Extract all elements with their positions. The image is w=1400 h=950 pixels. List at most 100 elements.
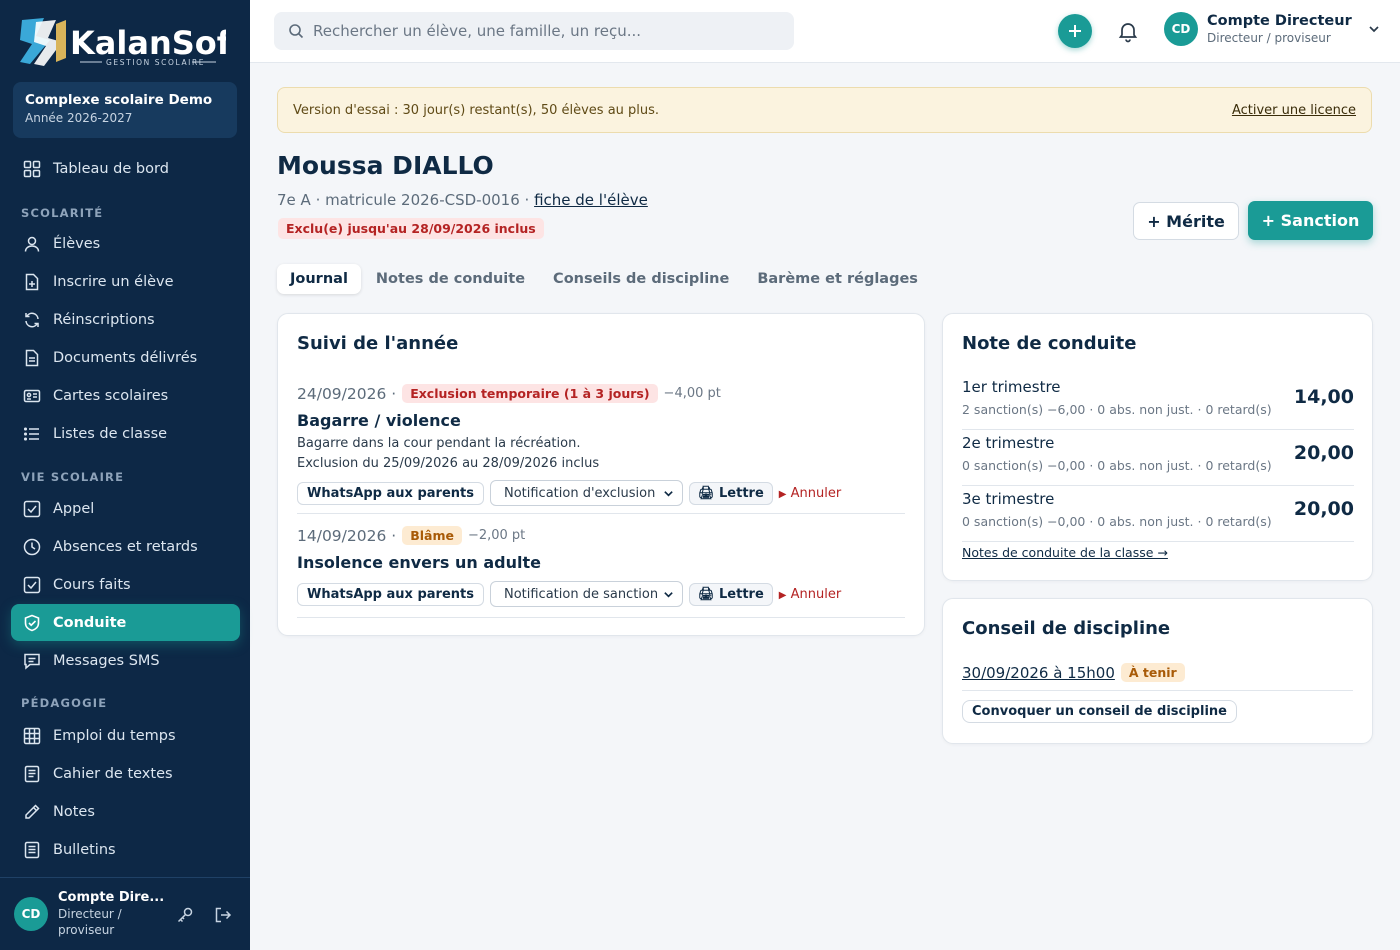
discipline-council-title: Conseil de discipline	[962, 618, 1171, 639]
cancel-sanction-link[interactable]: ▶ Annuler	[779, 587, 841, 602]
school-selector[interactable]: Complexe scolaire Demo Année 2026-2027	[13, 82, 237, 138]
print-letter-button[interactable]: 🖨 Lettre	[688, 582, 773, 606]
brand-tagline: GESTION SCOLAIRE	[106, 58, 205, 67]
kalansoft-logo[interactable]: KalanSoft GESTION SCOLAIRE	[16, 14, 246, 70]
sidebar-item-label: Tableau de bord	[53, 160, 169, 177]
sidebar-item-absences[interactable]: Absences et retards	[11, 528, 240, 565]
entry-date: 24/09/2026 ·	[297, 384, 397, 403]
search-icon	[289, 24, 304, 39]
sidebar-item-appel[interactable]: Appel	[11, 490, 240, 527]
search-input[interactable]	[313, 22, 783, 40]
section-pedagogie: PÉDAGOGIE	[21, 696, 108, 710]
divider	[297, 513, 905, 514]
sidebar: KalanSoft GESTION SCOLAIRE Complexe scol…	[0, 0, 250, 950]
checkbox-icon	[23, 576, 41, 593]
sanction-type-badge: Exclusion temporaire (1 à 3 jours)	[402, 384, 658, 403]
logout-icon[interactable]	[214, 906, 232, 924]
notification-select-value: Notification d'exclusion	[503, 485, 656, 501]
cancel-label: Annuler	[790, 485, 842, 501]
sidebar-item-listes[interactable]: Listes de classe	[11, 415, 240, 452]
entry-points: −4,00 pt	[663, 386, 721, 401]
sidebar-item-eleves[interactable]: Élèves	[11, 225, 240, 262]
bell-icon[interactable]	[1116, 19, 1140, 43]
sidebar-item-tableau-de-bord[interactable]: Tableau de bord	[11, 150, 240, 187]
notification-select[interactable]: Notification de sanction	[489, 581, 683, 607]
trimester-grade: 20,00	[1293, 498, 1354, 520]
sidebar-item-inscrire[interactable]: Inscrire un élève	[11, 263, 240, 300]
print-letter-button[interactable]: 🖨 Lettre	[688, 481, 773, 505]
id-card-icon	[23, 389, 41, 402]
sidebar-item-label: Appel	[53, 500, 95, 517]
sidebar-user-role: Directeur / proviseur	[58, 907, 122, 937]
chevron-down-icon	[664, 591, 673, 598]
trimester-detail: 0 sanction(s) −0,00 · 0 abs. non just. ·…	[962, 458, 1272, 473]
cancel-sanction-link[interactable]: ▶ Annuler	[779, 486, 841, 501]
sidebar-item-sms[interactable]: Messages SMS	[11, 642, 240, 679]
divider	[962, 690, 1353, 691]
student-file-link[interactable]: fiche de l'élève	[534, 191, 648, 209]
sidebar-item-notes[interactable]: Notes	[11, 793, 240, 830]
council-status-badge: À tenir	[1120, 663, 1185, 682]
plus-icon	[1069, 25, 1081, 37]
trimester-grade: 14,00	[1293, 386, 1354, 408]
whatsapp-parents-button[interactable]: WhatsApp aux parents	[297, 481, 484, 505]
sidebar-item-label: Conduite	[53, 614, 127, 631]
tab-journal[interactable]: Journal	[277, 264, 361, 294]
sidebar-item-label: Cartes scolaires	[53, 387, 169, 404]
notification-select[interactable]: Notification d'exclusion	[489, 480, 683, 506]
sidebar-item-cartes[interactable]: Cartes scolaires	[11, 377, 240, 414]
user-role: Directeur / proviseur	[1207, 31, 1331, 45]
entry-actions: WhatsApp aux parents Notification d'excl…	[297, 480, 905, 506]
convene-council-button[interactable]: Convoquer un conseil de discipline	[962, 700, 1237, 723]
key-icon[interactable]	[176, 906, 194, 924]
sidebar-item-cahier[interactable]: Cahier de textes	[11, 755, 240, 792]
add-sanction-button[interactable]: + Sanction	[1248, 201, 1373, 240]
trimester-detail: 0 sanction(s) −0,00 · 0 abs. non just. ·…	[962, 514, 1272, 529]
trimester-label: 1er trimestre	[962, 378, 1061, 396]
entry-actions: WhatsApp aux parents Notification de san…	[297, 581, 905, 607]
sidebar-item-reinscriptions[interactable]: Réinscriptions	[11, 301, 240, 338]
sidebar-item-bulletins[interactable]: Bulletins	[11, 831, 240, 868]
trial-banner: Version d'essai : 30 jour(s) restant(s),…	[277, 87, 1372, 133]
tab-notes-conduite[interactable]: Notes de conduite	[363, 264, 538, 294]
pencil-icon	[25, 803, 40, 819]
class-conduct-grades-link[interactable]: Notes de conduite de la classe →	[962, 545, 1168, 560]
trial-banner-text: Version d'essai : 30 jour(s) restant(s),…	[293, 102, 660, 118]
report-icon	[24, 841, 40, 858]
tab-bareme[interactable]: Barème et réglages	[744, 264, 931, 294]
sidebar-item-cours-faits[interactable]: Cours faits	[11, 566, 240, 603]
notebook-icon	[24, 765, 40, 782]
file-plus-icon	[25, 273, 39, 290]
trimester-label: 3e trimestre	[962, 490, 1055, 508]
search-bar[interactable]	[274, 12, 794, 50]
activate-license-link[interactable]: Activer une licence	[1232, 103, 1356, 118]
tab-conseils[interactable]: Conseils de discipline	[540, 264, 742, 294]
journal-card: Suivi de l'année 24/09/2026 · Exclusion …	[277, 313, 925, 636]
whatsapp-parents-button[interactable]: WhatsApp aux parents	[297, 582, 484, 606]
sidebar-item-label: Inscrire un élève	[53, 273, 174, 290]
grid-icon	[23, 727, 41, 744]
user-name: Compte Directeur	[1207, 13, 1352, 29]
entry-title: Bagarre / violence	[297, 411, 461, 430]
entry-description-line: Exclusion du 25/09/2026 au 28/09/2026 in…	[297, 456, 600, 471]
discipline-council-card: Conseil de discipline 30/09/2026 à 15h00…	[942, 598, 1373, 744]
shield-check-icon	[24, 614, 40, 631]
sidebar-user: CD Compte Dire... Directeur / proviseur	[0, 877, 250, 950]
sidebar-item-emploi-du-temps[interactable]: Emploi du temps	[11, 717, 240, 754]
chevron-down-icon	[664, 490, 673, 497]
chevron-down-icon	[1369, 26, 1379, 33]
sidebar-item-documents[interactable]: Documents délivrés	[11, 339, 240, 376]
sidebar-item-label: Élèves	[53, 235, 101, 252]
exclusion-status-badge: Exclu(e) jusqu'au 28/09/2026 inclus	[278, 218, 544, 239]
conduct-grade-title: Note de conduite	[962, 333, 1137, 354]
trimester-label: 2e trimestre	[962, 434, 1055, 452]
quick-add-button[interactable]	[1058, 14, 1092, 48]
sidebar-item-label: Messages SMS	[53, 652, 160, 669]
list-icon	[23, 426, 39, 441]
council-date-link[interactable]: 30/09/2026 à 15h00	[962, 664, 1115, 682]
user-menu[interactable]: CD Compte Directeur Directeur / proviseu…	[1164, 12, 1380, 46]
add-merit-button[interactable]: + Mérite	[1133, 202, 1239, 240]
journal-title: Suivi de l'année	[297, 333, 459, 354]
dashboard-icon	[23, 160, 41, 177]
sidebar-item-conduite[interactable]: Conduite	[11, 604, 240, 641]
